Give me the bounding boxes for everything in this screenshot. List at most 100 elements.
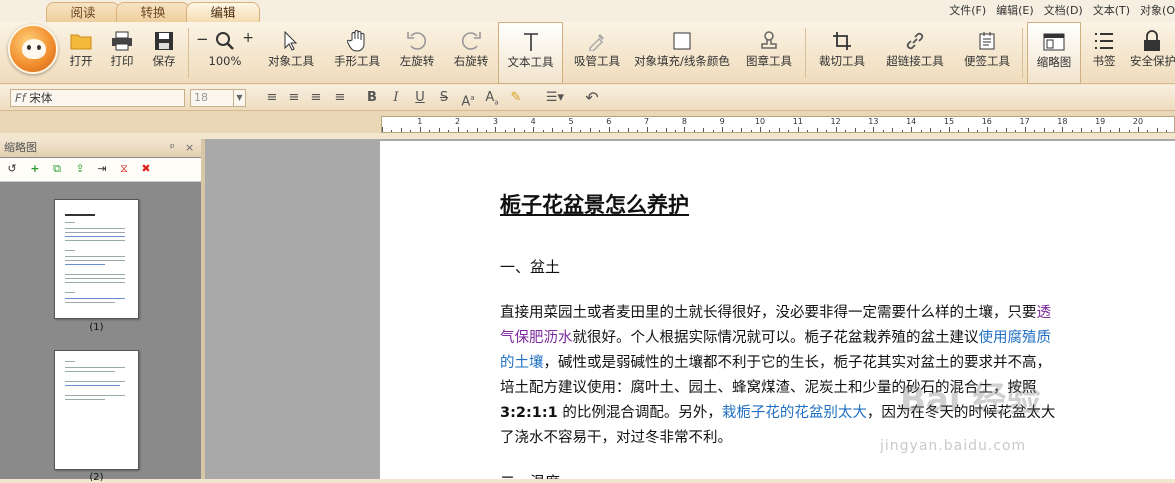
floppy-icon	[153, 30, 175, 52]
ruler-tick	[495, 127, 497, 132]
ruler-tick	[429, 130, 431, 132]
ruler-tick	[920, 130, 922, 132]
align-right-icon[interactable]: ≡	[306, 89, 326, 107]
tab-convert[interactable]: 转换	[116, 2, 190, 22]
ruler-tick	[580, 130, 582, 132]
ruler-number: 11	[792, 117, 803, 126]
replace-page-icon[interactable]: ⇪	[73, 162, 87, 176]
ruler-number: 9	[719, 117, 725, 126]
page-thumbnail-2[interactable]	[54, 350, 139, 470]
ruler-tick	[476, 128, 478, 132]
save-button[interactable]: 保存	[144, 22, 184, 84]
ruler-number: 10	[754, 117, 766, 126]
menu-object[interactable]: 对象(O	[1140, 2, 1175, 20]
thumbnail-label-2: (2)	[89, 472, 104, 483]
add-page-icon[interactable]: +	[28, 162, 42, 176]
menu-document[interactable]: 文档(D)	[1044, 2, 1083, 20]
format-toolbar: Ff 宋体 18 ▼ ≡ ≡ ≡ ≡ B I U S Aa Aa ✎ ☰▾ ↶	[0, 85, 1175, 111]
ruler-tick	[807, 130, 809, 132]
subscript-icon[interactable]: Aa	[482, 89, 502, 107]
zoom-level[interactable]: 100%	[192, 55, 258, 68]
line-spacing-icon[interactable]: ☰▾	[540, 89, 570, 107]
document-page[interactable]: 栀子花盆景怎么养护 一、盆土 直接用菜园土或者麦田里的土就长得很好，没必要非得一…	[380, 141, 1175, 479]
ruler-tick	[514, 128, 516, 132]
ruler-tick	[949, 127, 950, 132]
tab-read[interactable]: 阅读	[46, 2, 120, 22]
hand-icon	[346, 30, 368, 52]
menu-edit[interactable]: 编辑(E)	[996, 2, 1034, 20]
stamp-tool-button[interactable]: 图章工具	[740, 22, 798, 84]
ruler-number: 14	[906, 117, 917, 126]
security-button[interactable]: 安全保护	[1128, 22, 1175, 84]
chevron-down-icon: ▼	[233, 90, 245, 106]
delete-page-icon[interactable]: ✖	[139, 162, 153, 176]
thumbnail-button[interactable]: 缩略图	[1027, 22, 1081, 84]
text-cursor-icon	[520, 31, 542, 53]
eyedropper-button[interactable]: 吸管工具	[568, 22, 626, 84]
tab-edit[interactable]: 编辑	[186, 2, 260, 22]
hand-tool-button[interactable]: 手形工具	[328, 22, 386, 84]
fill-color-button[interactable]: 对象填充/线条颜色	[632, 22, 732, 84]
italic-icon[interactable]: I	[386, 89, 406, 107]
magnifier-icon[interactable]	[214, 30, 236, 52]
menu-text[interactable]: 文本(T)	[1093, 2, 1130, 20]
ruler-tick	[1147, 130, 1149, 132]
align-center-icon[interactable]: ≡	[284, 89, 304, 107]
ruler-tick	[1081, 128, 1083, 132]
print-button[interactable]: 打印	[102, 22, 142, 84]
align-left-icon[interactable]: ≡	[262, 89, 282, 107]
ruler-tick	[485, 130, 487, 132]
ruler-tick	[504, 130, 506, 132]
ruler-tick	[741, 128, 743, 132]
list-icon	[1093, 30, 1115, 52]
hyperlink-tool-button[interactable]: 超链接工具	[880, 22, 950, 84]
ruler-tick	[1062, 127, 1064, 132]
bold-icon[interactable]: B	[362, 89, 382, 107]
object-tool-button[interactable]: 对象工具	[262, 22, 320, 84]
link-pot-size[interactable]: 栽栀子花的花盆别太大	[722, 405, 867, 421]
extract-page-icon[interactable]: ⇥	[95, 162, 109, 176]
zoom-in-button[interactable]: +	[242, 30, 254, 46]
ruler-tick	[684, 127, 686, 132]
crop-icon	[831, 30, 853, 52]
document-title: 栀子花盆景怎么养护	[500, 193, 689, 217]
ruler-tick	[986, 127, 988, 132]
ruler-tick	[797, 127, 799, 132]
rotate-right-icon	[460, 30, 482, 52]
ruler-tick	[1119, 128, 1121, 132]
font-size-select[interactable]: 18 ▼	[190, 89, 246, 107]
ruler-tick	[457, 127, 459, 132]
zoom-out-button[interactable]: −	[196, 30, 209, 48]
ruler-tick	[901, 130, 903, 132]
app-logo[interactable]	[8, 24, 58, 74]
highlight-pen-icon[interactable]: ✎	[506, 89, 526, 107]
strikethrough-icon[interactable]: S	[434, 89, 454, 107]
panel-title: 缩略图	[4, 141, 37, 154]
superscript-icon[interactable]: Aa	[458, 89, 478, 109]
menu-file[interactable]: 文件(F)	[949, 2, 986, 20]
ruler-number: 1	[417, 117, 423, 126]
text-tool-button[interactable]: 文本工具	[498, 22, 563, 84]
ruler-tick	[533, 127, 535, 132]
delete-pages-icon[interactable]: ⧖	[117, 162, 131, 176]
rotate-page-icon[interactable]: ↺	[5, 162, 19, 176]
open-button[interactable]: 打开	[62, 22, 100, 84]
ruler-tick	[637, 130, 639, 132]
underline-icon[interactable]: U	[410, 89, 430, 107]
pin-icon[interactable]: ᵖ	[170, 139, 175, 157]
font-name-select[interactable]: Ff 宋体	[10, 89, 185, 107]
rotate-right-button[interactable]: 右旋转	[446, 22, 496, 84]
note-tool-button[interactable]: 便签工具	[956, 22, 1018, 84]
page-thumbnail-1[interactable]	[54, 199, 139, 319]
rotate-left-button[interactable]: 左旋转	[392, 22, 442, 84]
ruler-tick	[845, 130, 847, 132]
panel-toolbar: ↺ + ⧉ ⇪ ⇥ ⧖ ✖	[0, 158, 201, 182]
align-justify-icon[interactable]: ≡	[330, 89, 350, 107]
insert-page-icon[interactable]: ⧉	[50, 162, 64, 176]
bookmark-button[interactable]: 书签	[1084, 22, 1124, 84]
close-icon[interactable]: ×	[185, 139, 194, 157]
ruler-tick	[410, 130, 412, 132]
undo-arrow-icon[interactable]: ↶	[582, 89, 602, 107]
crop-tool-button[interactable]: 裁切工具	[812, 22, 872, 84]
ruler-tick	[693, 130, 695, 132]
